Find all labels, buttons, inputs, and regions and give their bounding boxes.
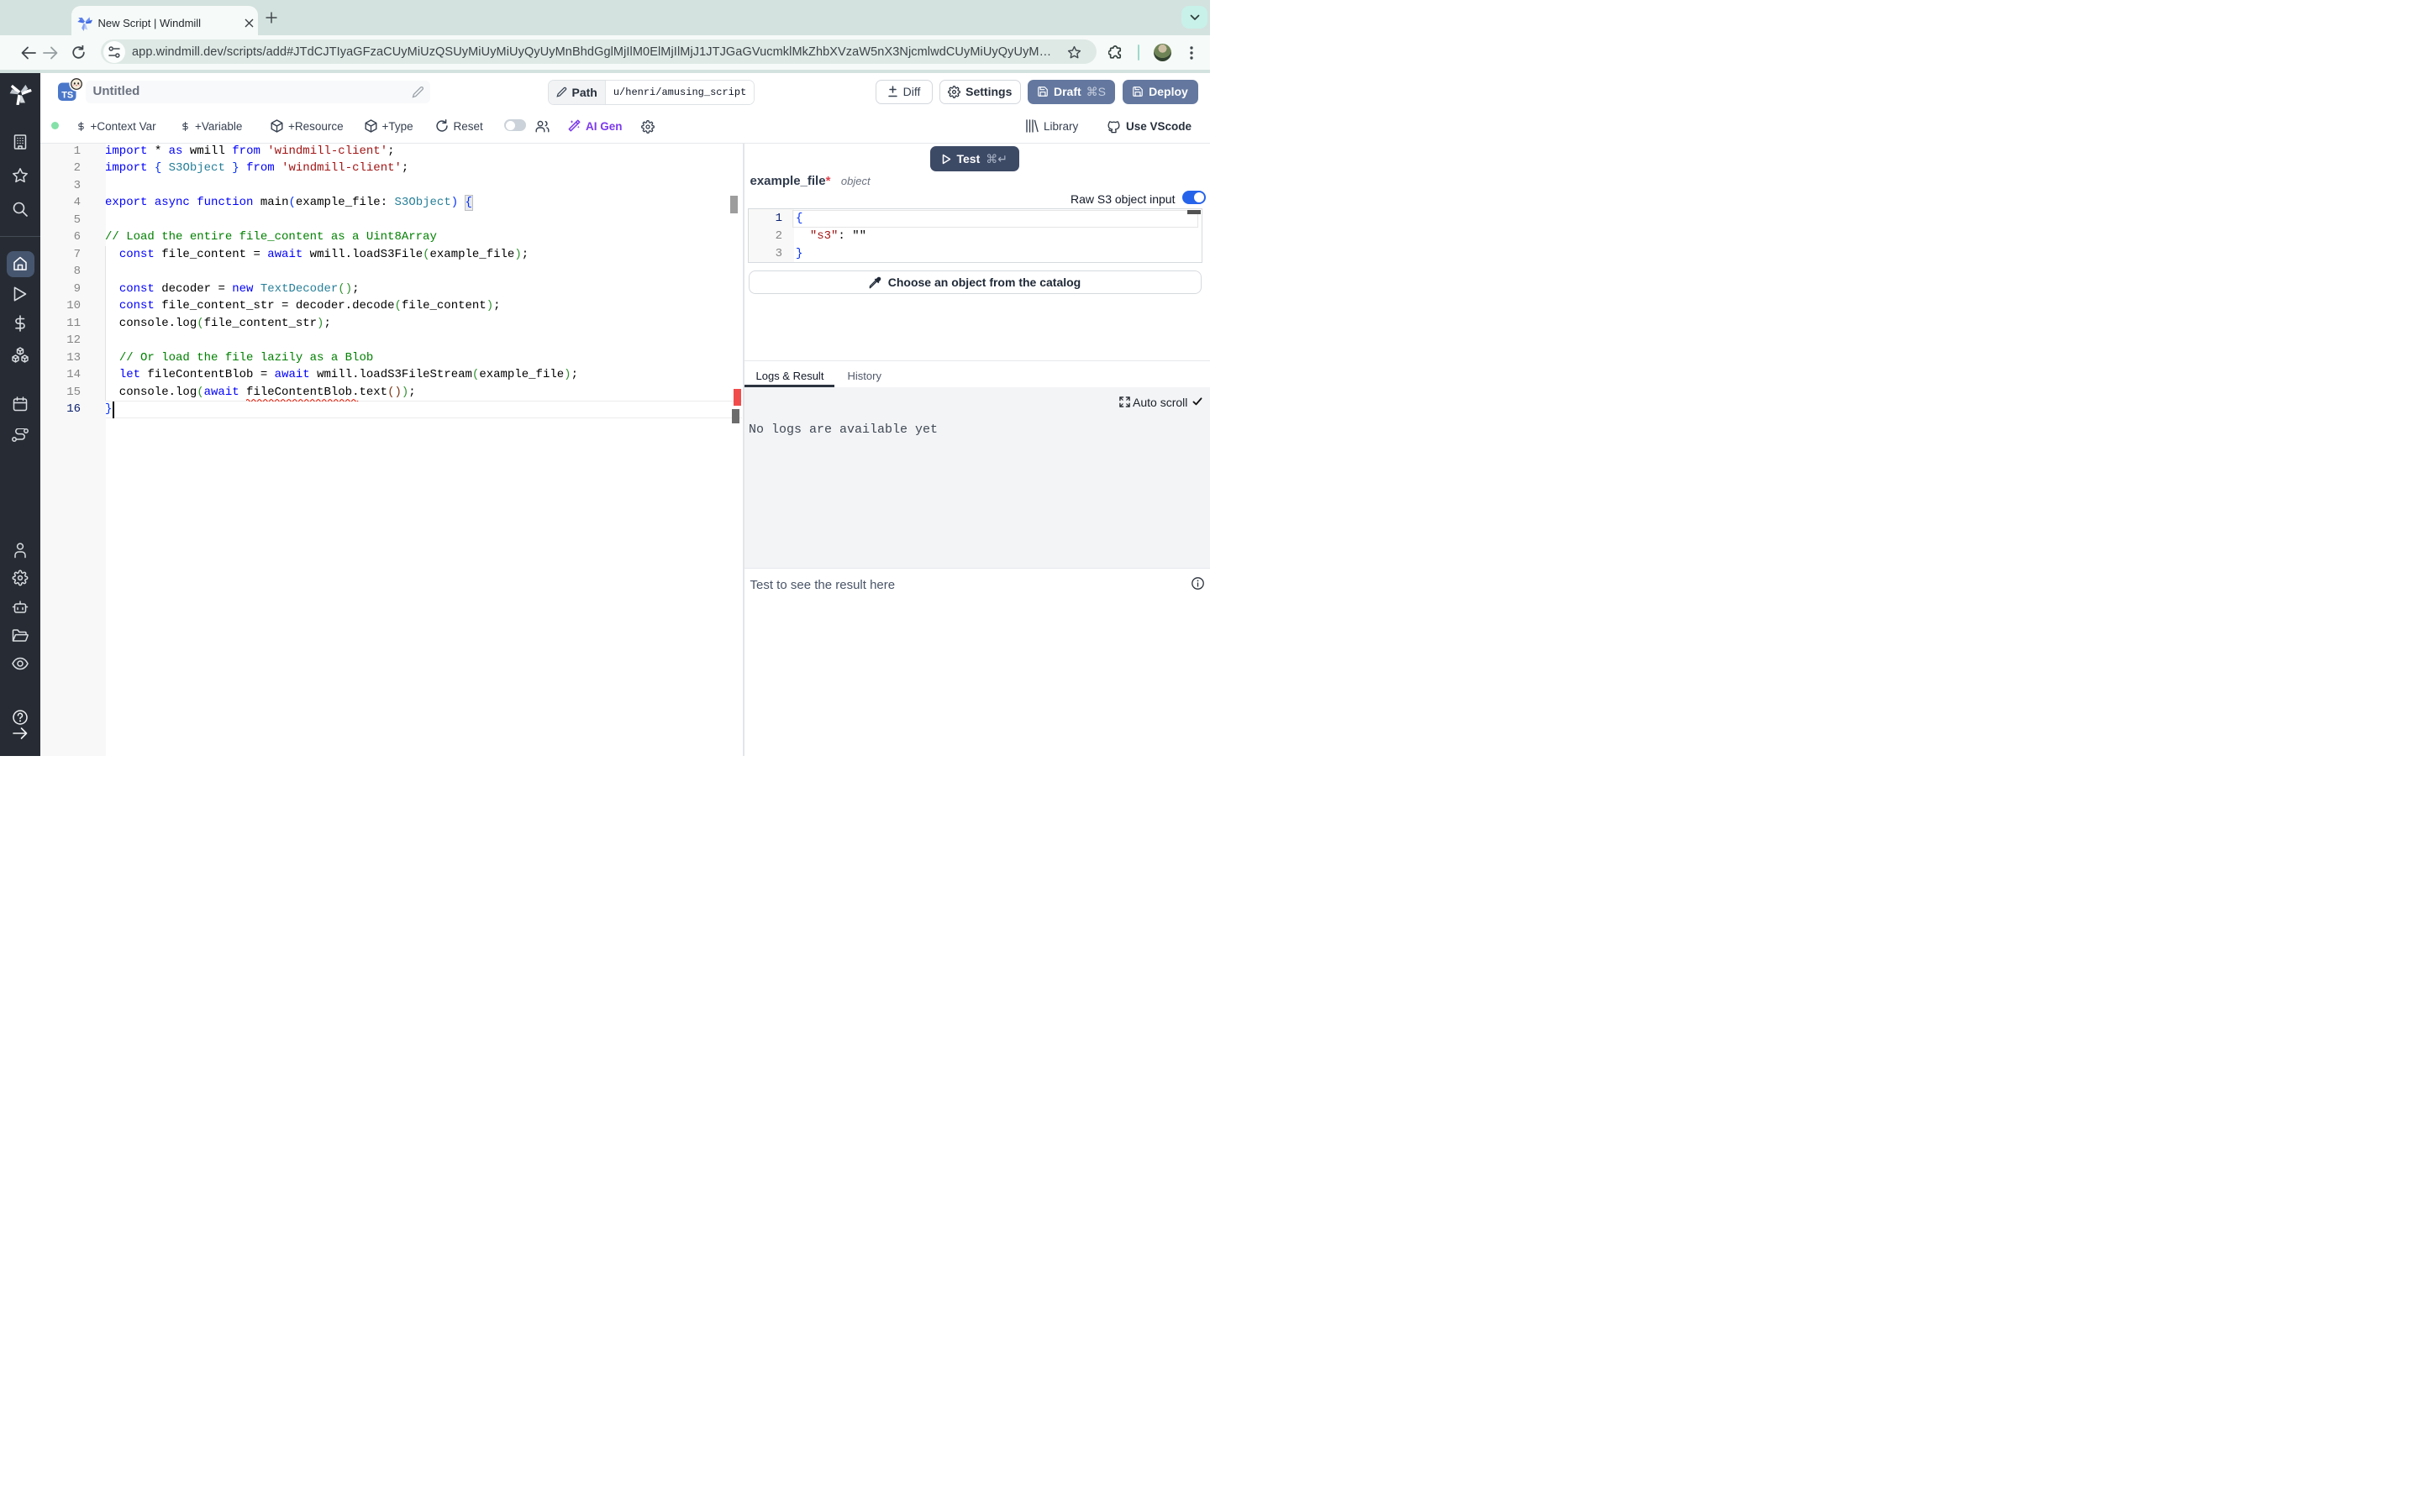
svg-text:TS: TS [61, 91, 73, 101]
